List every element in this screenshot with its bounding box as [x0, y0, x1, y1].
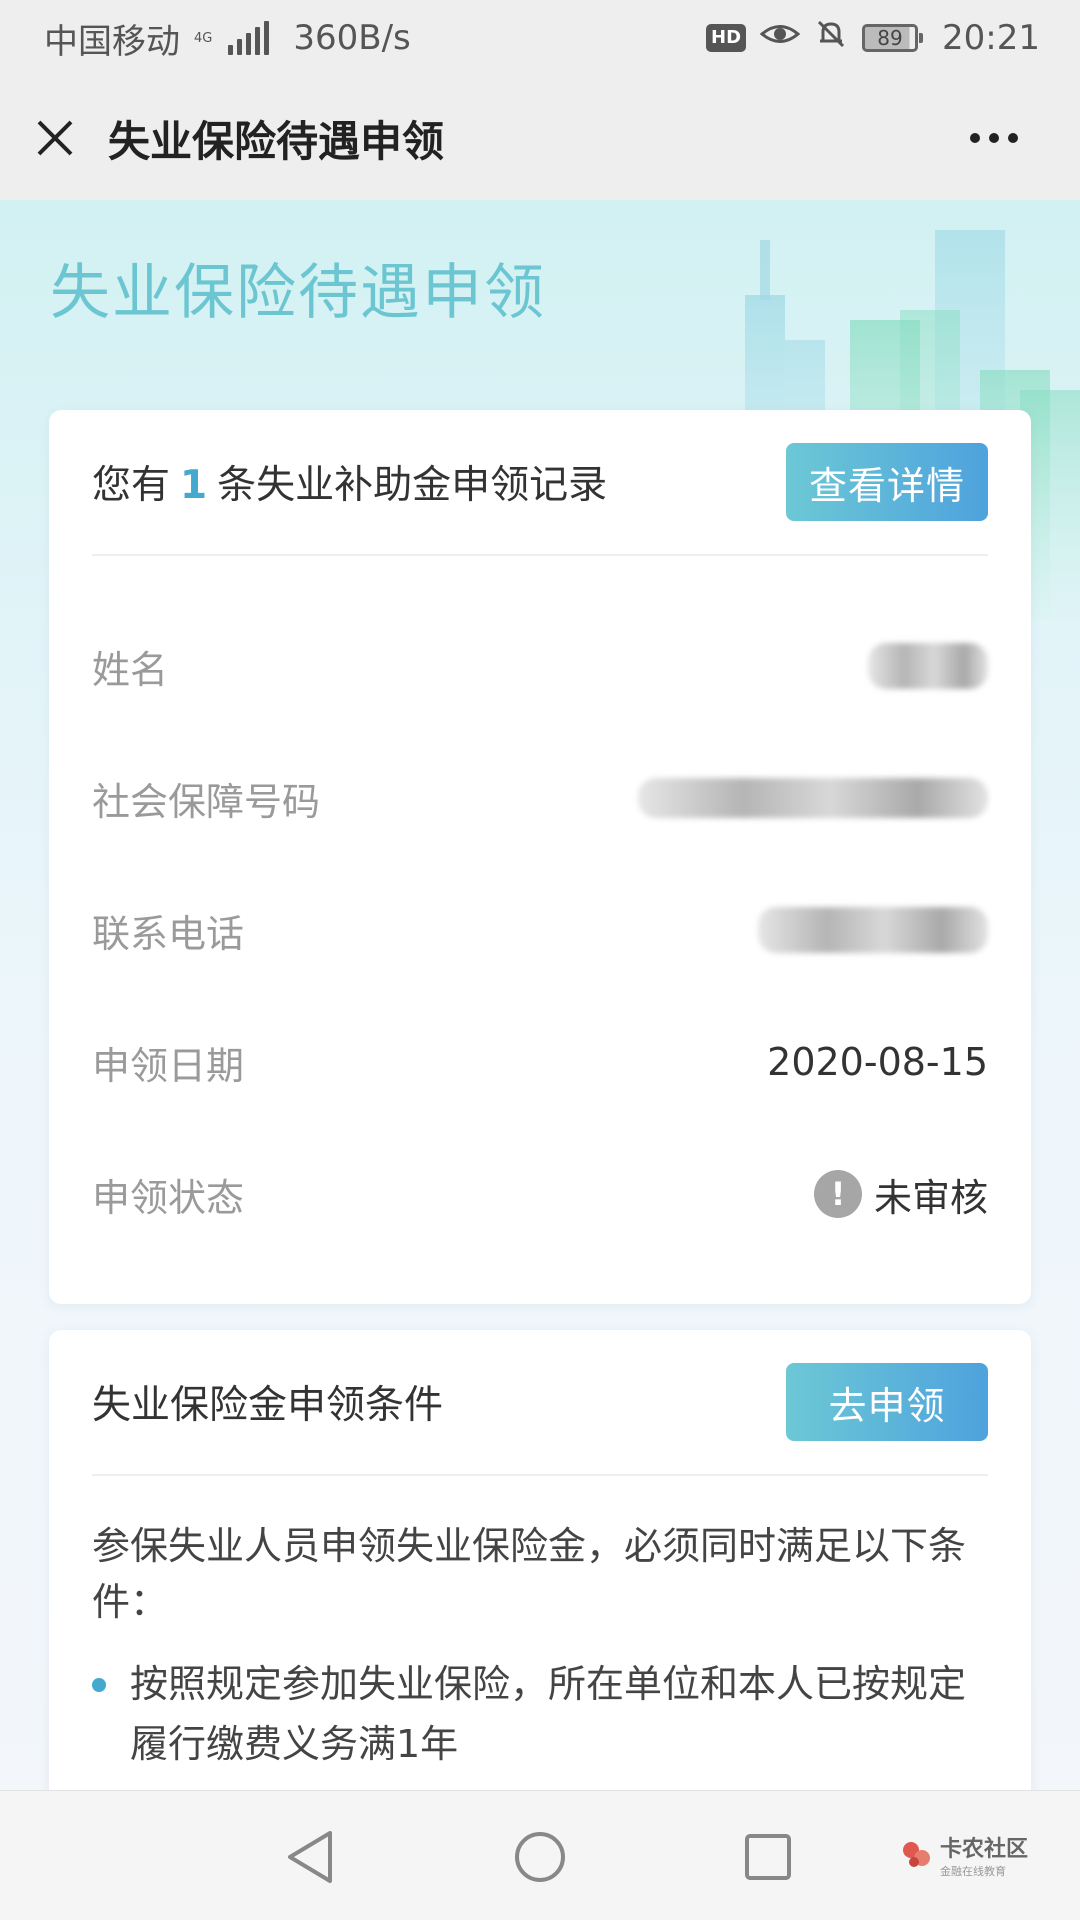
more-icon — [970, 133, 980, 143]
back-nav-button[interactable] — [278, 1825, 342, 1889]
bullet-icon — [92, 1678, 106, 1692]
record-details: 姓名 社会保障号码 联系电话 申领日期 2020-08-15 申领状态 ! 未审… — [92, 600, 988, 1260]
back-triangle-icon — [288, 1831, 332, 1883]
status-right: HD 89 20:21 — [706, 17, 1040, 60]
detail-row-name: 姓名 — [92, 600, 988, 732]
detail-row-phone: 联系电话 — [92, 864, 988, 996]
detail-row-date: 申领日期 2020-08-15 — [92, 996, 988, 1128]
eye-icon — [759, 18, 801, 58]
watermark-title: 卡农社区 — [940, 1837, 1029, 1862]
watermark-subtitle: 金融在线教育 — [940, 1865, 1006, 1878]
date-value: 2020-08-15 — [767, 1040, 988, 1084]
ssn-label: 社会保障号码 — [92, 779, 321, 824]
conditions-list: 按照规定参加失业保险，所在单位和本人已按规定履行缴费义务满1年 — [92, 1654, 988, 1774]
clock: 20:21 — [942, 18, 1040, 58]
conditions-intro: 参保失业人员申领失业保险金，必须同时满足以下条件： — [92, 1524, 967, 1624]
conditions-title: 失业保险金申领条件 — [92, 1383, 444, 1428]
ssn-value — [638, 778, 988, 818]
record-summary-suffix: 条失业补助金申领记录 — [217, 463, 608, 508]
recents-nav-button[interactable] — [736, 1825, 800, 1889]
conditions-card-header: 失业保险金申领条件 去申领 — [92, 1330, 988, 1476]
record-count: 1 — [180, 463, 208, 508]
home-circle-icon — [515, 1832, 565, 1882]
redacted-phone — [758, 907, 988, 953]
home-nav-button[interactable] — [508, 1825, 572, 1889]
hd-icon: HD — [706, 24, 747, 52]
record-card: 您有 1 条失业补助金申领记录 查看详情 姓名 社会保障号码 联系电话 申领日期 2… — [49, 410, 1031, 1304]
conditions-card: 失业保险金申领条件 去申领 参保失业人员申领失业保险金，必须同时满足以下条件： … — [49, 1330, 1031, 1790]
name-value — [868, 643, 988, 689]
network-speed: 360B/s — [293, 18, 411, 58]
detail-row-status: 申领状态 ! 未审核 — [92, 1128, 988, 1260]
close-icon — [37, 120, 73, 156]
mute-bell-icon — [814, 17, 848, 60]
exclamation-icon: ! — [813, 1170, 862, 1218]
redacted-ssn — [638, 778, 988, 818]
view-details-button[interactable]: 查看详情 — [786, 443, 988, 521]
signal-icon — [228, 21, 270, 55]
record-card-header: 您有 1 条失业补助金申领记录 查看详情 — [92, 410, 988, 556]
status-bar: 中国移动 4G 360B/s HD 89 20:21 — [0, 0, 1080, 76]
system-nav-bar: 卡农社区 金融在线教育 — [0, 1790, 1080, 1920]
hero-title: 失业保险待遇申领 — [50, 258, 546, 328]
watermark-text: 卡农社区 金融在线教育 — [940, 1831, 1028, 1879]
phone-label: 联系电话 — [92, 911, 245, 956]
phone-value — [758, 907, 988, 953]
watermark-logo: 卡农社区 金融在线教育 — [900, 1831, 1028, 1879]
record-summary-prefix: 您有 — [92, 463, 171, 508]
condition-item: 按照规定参加失业保险，所在单位和本人已按规定履行缴费义务满1年 — [92, 1654, 988, 1774]
status-value: ! 未审核 — [813, 1167, 988, 1222]
apply-button[interactable]: 去申领 — [786, 1363, 988, 1441]
page-title: 失业保险待遇申领 — [108, 116, 445, 166]
record-summary: 您有 1 条失业补助金申领记录 — [92, 454, 607, 510]
carrier-name: 中国移动 — [44, 21, 180, 62]
recents-square-icon — [745, 1834, 791, 1880]
kanong-logo-icon — [903, 1842, 930, 1867]
redacted-name — [868, 643, 988, 689]
battery-icon: 89 — [862, 24, 924, 52]
status-text: 未审核 — [873, 1175, 988, 1220]
status-left: 中国移动 4G 360B/s — [44, 14, 411, 63]
title-bar: 失业保险待遇申领 — [0, 76, 1080, 200]
status-label: 申领状态 — [92, 1175, 245, 1220]
close-button[interactable] — [0, 76, 110, 200]
date-label: 申领日期 — [92, 1043, 245, 1088]
more-button[interactable] — [944, 76, 1044, 200]
network-type: 4G — [194, 30, 213, 46]
name-label: 姓名 — [92, 647, 169, 692]
detail-row-ssn: 社会保障号码 — [92, 732, 988, 864]
condition-text: 按照规定参加失业保险，所在单位和本人已按规定履行缴费义务满1年 — [130, 1662, 967, 1766]
main-content[interactable]: 失业保险待遇申领 您有 1 条失业补助金申领记录 查看详情 姓名 社会保障号码 … — [0, 200, 1080, 1790]
